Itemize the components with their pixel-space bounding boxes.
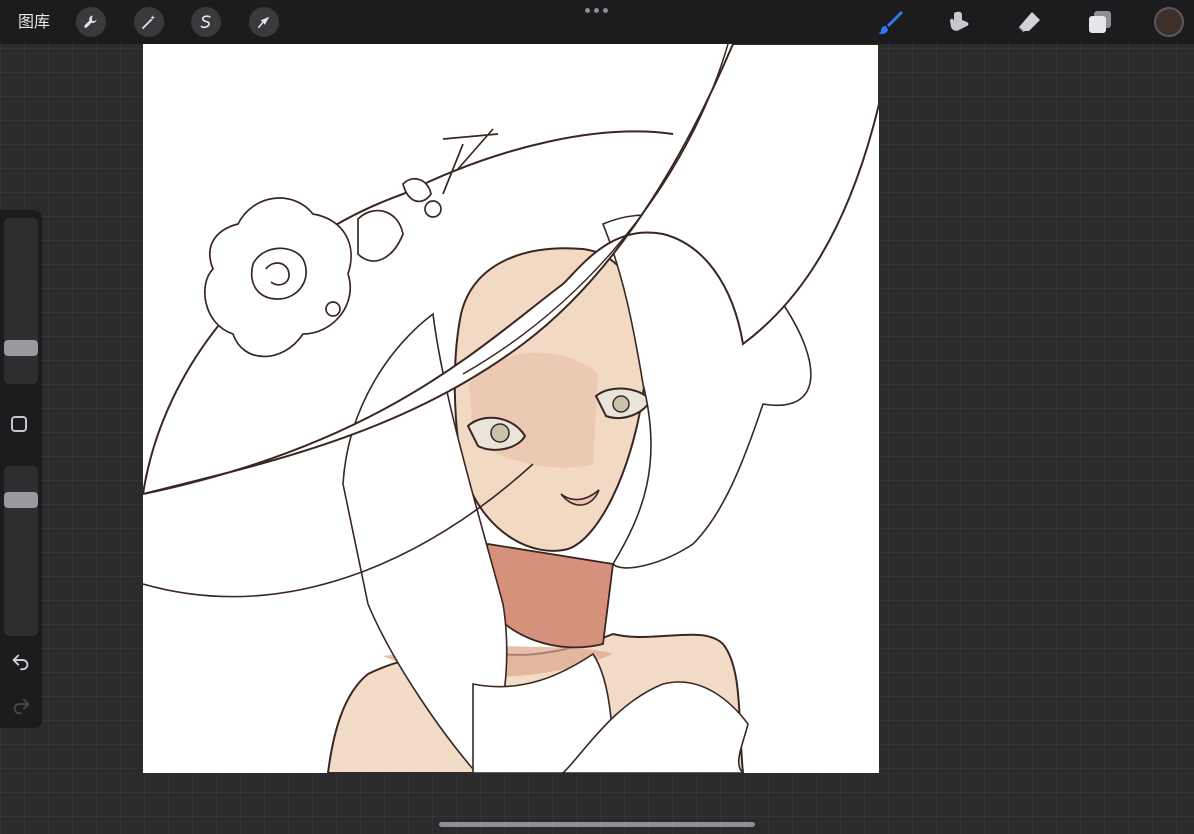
layers-icon	[1089, 11, 1111, 33]
magic-wand-icon	[142, 15, 155, 29]
brush-tool-button[interactable]	[875, 7, 905, 37]
eraser-icon	[1018, 12, 1040, 33]
brush-icon	[878, 11, 903, 34]
actions-button[interactable]	[76, 7, 106, 37]
color-picker-button[interactable]	[1154, 7, 1184, 37]
gallery-button[interactable]: 图库	[18, 11, 50, 33]
undo-icon[interactable]	[10, 650, 32, 672]
top-toolbar: 图库	[0, 0, 1194, 44]
more-dot	[603, 8, 608, 13]
brush-size-slider-thumb[interactable]	[4, 340, 38, 356]
eraser-tool-button[interactable]	[1014, 7, 1044, 37]
drawing-canvas[interactable]	[143, 44, 879, 773]
left-sidebar	[0, 210, 42, 728]
transform-arrow-icon	[258, 16, 270, 28]
wrench-icon	[84, 15, 97, 28]
smudge-icon	[950, 11, 969, 31]
home-indicator[interactable]	[439, 822, 755, 827]
transform-button[interactable]	[249, 7, 279, 37]
smudge-tool-button[interactable]	[944, 7, 974, 37]
brush-size-slider[interactable]	[4, 218, 38, 384]
modify-button[interactable]	[11, 416, 27, 432]
artwork-illustration	[143, 44, 879, 773]
brush-opacity-slider-thumb[interactable]	[4, 492, 38, 508]
more-options-button[interactable]	[585, 8, 608, 13]
selection-button[interactable]	[191, 7, 221, 37]
adjustments-button[interactable]	[134, 7, 164, 37]
selection-icon	[200, 15, 211, 29]
more-dot	[585, 8, 590, 13]
layers-button[interactable]	[1085, 7, 1115, 37]
redo-icon[interactable]	[10, 694, 32, 716]
more-dot	[594, 8, 599, 13]
